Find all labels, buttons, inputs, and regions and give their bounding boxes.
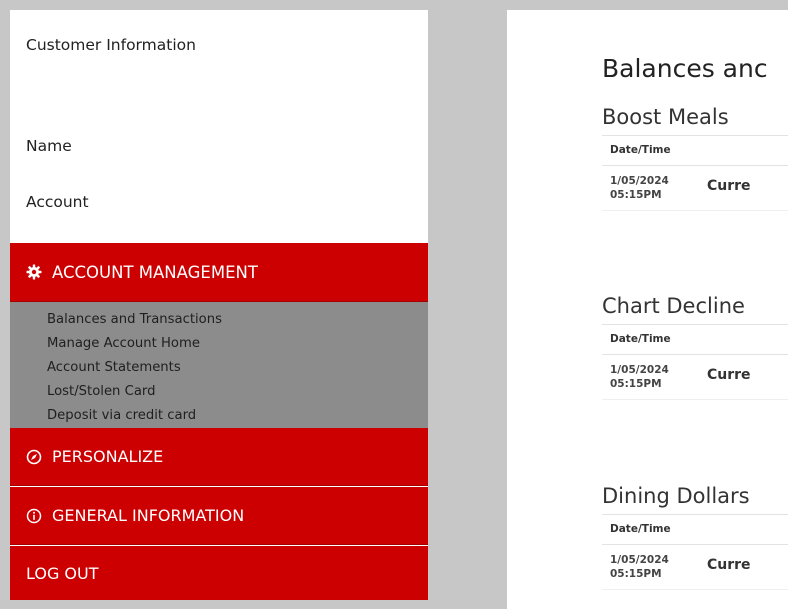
general-information-menu[interactable]: GENERAL INFORMATION: [10, 487, 428, 545]
table-row: 1/05/2024 05:15PM Curre: [602, 166, 788, 211]
date-value: 1/05/2024: [610, 364, 669, 376]
name-label: Name: [26, 137, 72, 155]
general-information-label: GENERAL INFORMATION: [52, 506, 245, 525]
account-management-menu[interactable]: ACCOUNT MANAGEMENT: [10, 243, 428, 302]
date-value: 1/05/2024: [610, 554, 669, 566]
section-title: Boost Meals: [602, 105, 729, 129]
time-value: 05:15PM: [610, 189, 662, 201]
balance-section-chart-decline: Chart Decline Date/Time 1/05/2024 05:15P…: [602, 294, 788, 400]
date-time-cell: 1/05/2024 05:15PM: [610, 174, 680, 202]
customer-info-title: Customer Information: [26, 36, 196, 54]
account-management-label: ACCOUNT MANAGEMENT: [52, 262, 258, 282]
page-title: Balances anc: [602, 54, 768, 83]
section-title: Dining Dollars: [602, 484, 750, 508]
submenu-item-manage-account-home[interactable]: Manage Account Home: [47, 332, 428, 356]
table-header-row: Date/Time: [602, 324, 788, 355]
date-value: 1/05/2024: [610, 175, 669, 187]
time-value: 05:15PM: [610, 568, 662, 580]
personalize-menu[interactable]: PERSONALIZE: [10, 428, 428, 486]
log-out-menu[interactable]: LOG OUT: [10, 546, 428, 600]
type-cell: Curre: [707, 178, 751, 194]
submenu-item-deposit-credit-card[interactable]: Deposit via credit card: [47, 404, 428, 428]
gear-icon: [26, 264, 42, 280]
main-content: Balances anc Boost Meals Date/Time 1/05/…: [507, 10, 788, 609]
compass-icon: [26, 449, 42, 465]
time-value: 05:15PM: [610, 378, 662, 390]
type-cell: Curre: [707, 557, 751, 573]
sidebar: Customer Information Name Account ACCOUN…: [10, 10, 428, 600]
balance-section-dining-dollars: Dining Dollars Date/Time 1/05/2024 05:15…: [602, 484, 788, 590]
account-management-submenu: Balances and Transactions Manage Account…: [10, 302, 428, 428]
date-time-cell: 1/05/2024 05:15PM: [610, 553, 680, 581]
account-label: Account: [26, 193, 89, 211]
date-time-header: Date/Time: [610, 333, 671, 345]
table-row: 1/05/2024 05:15PM Curre: [602, 355, 788, 400]
table-row: 1/05/2024 05:15PM Curre: [602, 545, 788, 590]
info-icon: [26, 508, 42, 524]
table-header-row: Date/Time: [602, 135, 788, 166]
personalize-label: PERSONALIZE: [52, 447, 164, 466]
balance-section-boost-meals: Boost Meals Date/Time 1/05/2024 05:15PM …: [602, 105, 788, 211]
type-cell: Curre: [707, 367, 751, 383]
submenu-item-lost-stolen-card[interactable]: Lost/Stolen Card: [47, 380, 428, 404]
date-time-header: Date/Time: [610, 144, 671, 156]
log-out-label: LOG OUT: [26, 563, 99, 583]
section-title: Chart Decline: [602, 294, 745, 318]
date-time-cell: 1/05/2024 05:15PM: [610, 363, 680, 391]
submenu-item-account-statements[interactable]: Account Statements: [47, 356, 428, 380]
submenu-item-balances-transactions[interactable]: Balances and Transactions: [47, 308, 428, 332]
table-header-row: Date/Time: [602, 514, 788, 545]
date-time-header: Date/Time: [610, 523, 671, 535]
